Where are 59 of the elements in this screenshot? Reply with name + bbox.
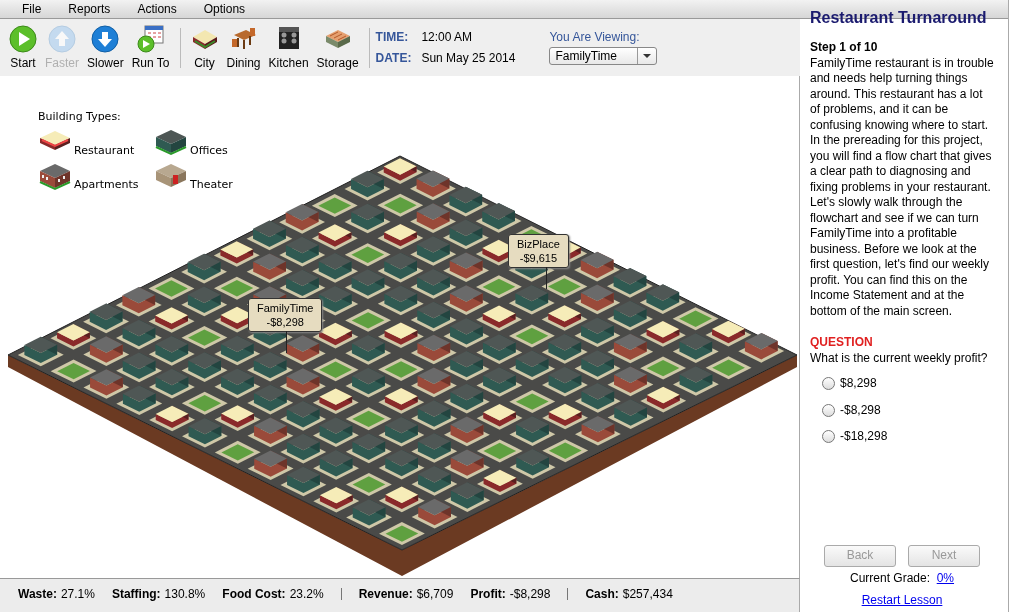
toolbar-button[interactable]: City <box>186 25 223 70</box>
restart-lesson-link[interactable]: Restart Lesson <box>861 592 943 607</box>
lesson-text: FamilyTime restaurant is in trouble and needs help turning things around. This restaurant has a lot of problems, and it can be confusing knowing where to start. In the prereading for this project, you will find a flow chart that gives a clear path to diagnosing and fixing problems in your restaurant. Let's slowly walk through the flowchart and see if we can turn FamilyTime into a profitable business. Before we look at the first question, let's find our weekly profit. You can find this on the Income Statement and at the bottom of the main screen. <box>810 55 994 319</box>
stat-value: -$8,298 <box>509 586 551 601</box>
step-label: Step 1 of 10 <box>810 40 879 56</box>
legend-title: Building Types: <box>38 110 122 123</box>
stat-value: $6,709 <box>416 586 454 601</box>
legend-label: Apartments <box>74 178 139 191</box>
caret-icon <box>643 54 652 58</box>
stat-value: 27.1% <box>60 586 95 601</box>
date-value: Sun May 25 2014 <box>421 51 516 65</box>
menu-item[interactable]: File <box>10 0 57 18</box>
answer-option[interactable]: $8,298 <box>840 376 877 392</box>
profit-amount: -$9,615 <box>518 251 559 265</box>
time-label: TIME: <box>375 30 410 44</box>
stat-label: Food Cost: <box>222 586 286 601</box>
toolbar-button[interactable]: Slower <box>83 25 128 70</box>
toolbar-button[interactable]: Storage <box>312 25 363 70</box>
profit-amount: -$8,298 <box>265 315 305 329</box>
stat-label: Revenue: <box>358 586 413 601</box>
radio-button[interactable] <box>822 403 835 417</box>
stat-value: 130.8% <box>164 586 206 601</box>
legend-label: Restaurant <box>74 144 135 157</box>
legend-label: Theater <box>190 178 233 191</box>
stat-label: Waste: <box>18 586 57 601</box>
stat-value: 23.2% <box>289 586 324 601</box>
answer-option[interactable]: -$18,298 <box>840 429 888 445</box>
stat-label: Profit: <box>470 586 506 601</box>
calendar-icon <box>136 25 165 53</box>
toolbar-button[interactable]: Run To <box>127 25 174 70</box>
restaurant-dropdown[interactable]: FamilyTime <box>549 47 658 65</box>
restaurant-name: BizPlace <box>517 237 560 251</box>
leader-line <box>546 267 547 289</box>
answer-option[interactable]: -$8,298 <box>840 402 881 418</box>
question-text: What is the current weekly profit? <box>810 350 989 366</box>
grade-label: Current Grade: <box>849 571 930 585</box>
menu-item[interactable]: Reports <box>56 0 126 18</box>
apartments-building-icon <box>38 163 72 191</box>
viewing-label: You Are Viewing: <box>549 30 641 44</box>
play-icon <box>9 25 37 53</box>
toolbar-button[interactable]: Kitchen <box>264 25 313 70</box>
offices-building-icon <box>154 129 188 157</box>
menu-item[interactable]: Options <box>191 0 261 18</box>
start-button[interactable]: Start <box>5 25 41 70</box>
radio-button[interactable] <box>822 430 835 444</box>
question-label: QUESTION <box>810 335 874 351</box>
grade-link[interactable]: 0% <box>936 571 955 585</box>
stat-label: Staffing: <box>111 586 161 601</box>
stat-value: $257,434 <box>622 586 673 601</box>
toolbar-button[interactable]: Dining <box>222 25 265 70</box>
restaurant-name: FamilyTime <box>257 301 314 315</box>
lesson-title: Restaurant Turnaround <box>810 8 988 28</box>
leader-line <box>286 331 287 353</box>
radio-button[interactable] <box>822 377 835 391</box>
date-label: DATE: <box>375 51 412 65</box>
menu-item[interactable]: Actions <box>125 0 192 18</box>
legend-label: Offices <box>190 144 228 157</box>
stat-label: Cash: <box>585 586 619 601</box>
time-value: 12:00 AM <box>421 30 474 44</box>
